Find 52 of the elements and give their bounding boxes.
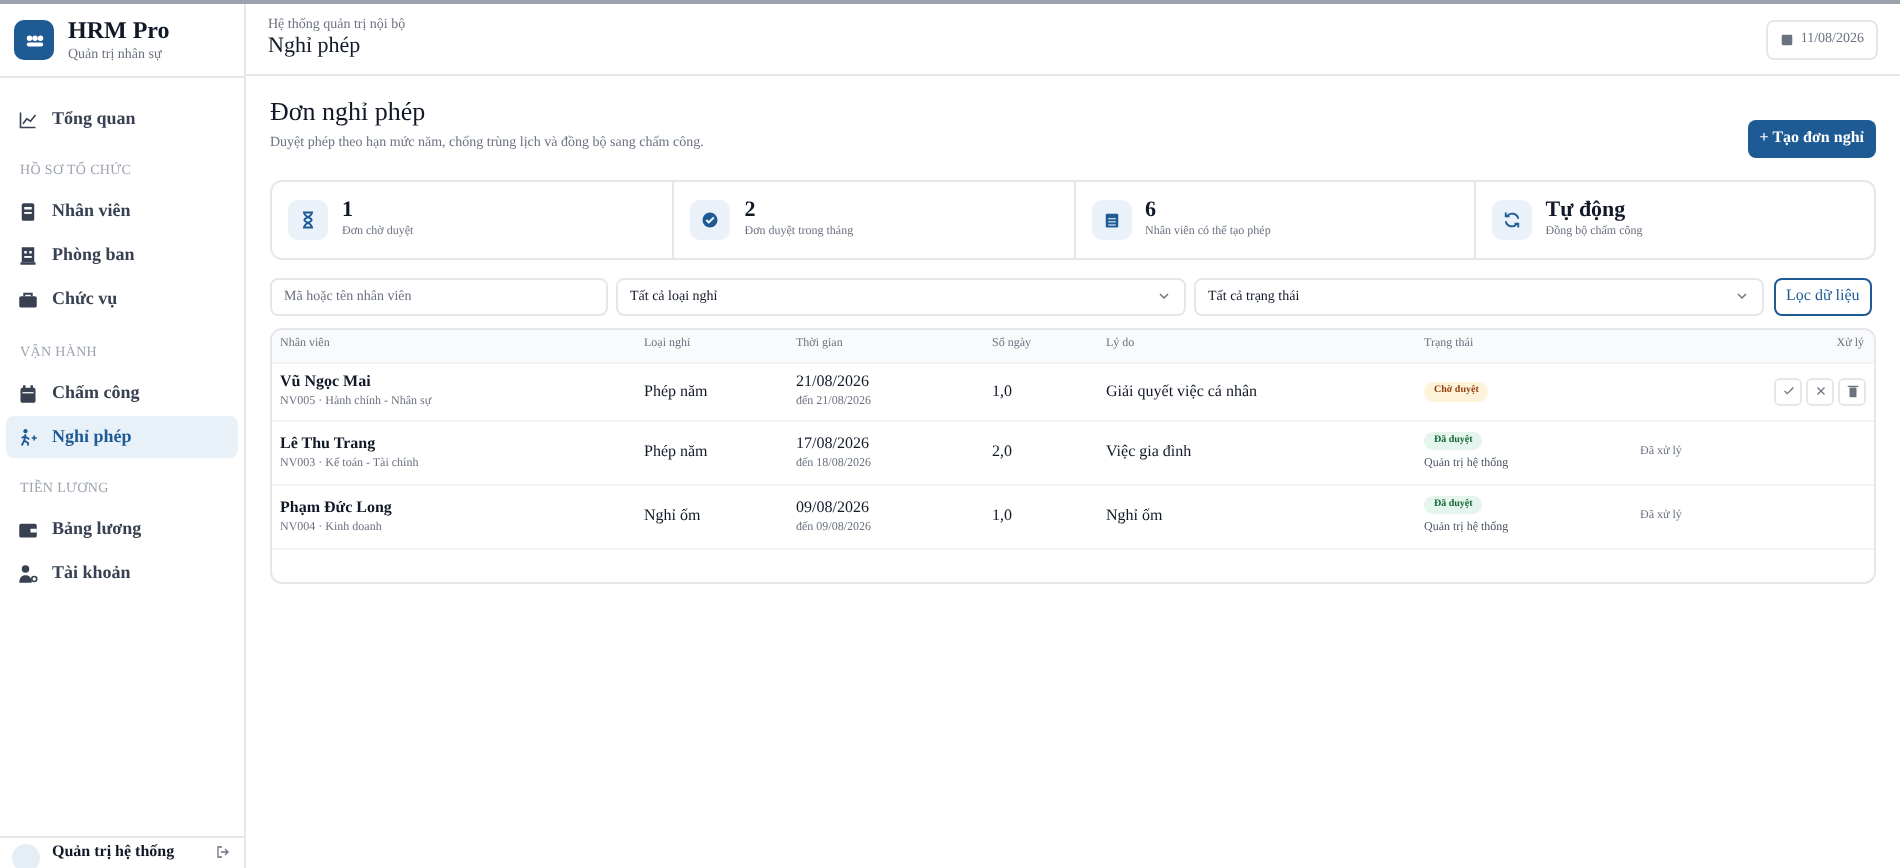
sidebar-item[interactable]: Tài khoản	[6, 553, 238, 595]
employee-name: Lê Thu Trang	[280, 433, 378, 453]
refresh-icon	[1501, 209, 1522, 230]
leave-type: Nghỉ ốm	[644, 504, 703, 529]
day-count: 1,0	[992, 379, 1014, 404]
briefcase-icon	[18, 290, 38, 310]
close-icon	[1813, 384, 1827, 399]
building-icon	[18, 246, 38, 266]
day-count: 2,0	[992, 440, 1014, 465]
user-name: Quản trị hệ thống	[52, 844, 177, 860]
start-date: 09/08/2026	[796, 497, 871, 517]
chevron-down-icon	[1156, 288, 1172, 305]
sidebar-item[interactable]: Tổng quan	[6, 98, 238, 140]
wallet-icon	[18, 520, 38, 540]
chart-icon	[18, 109, 38, 129]
user-gear-icon	[18, 564, 38, 584]
reason: Việc gia đình	[1106, 440, 1194, 465]
sidebar-item[interactable]: Nghỉ phép	[6, 416, 238, 458]
check-icon	[1781, 384, 1795, 399]
sidebar-item[interactable]: Nhân viên	[6, 191, 238, 233]
filter-button[interactable]: Lọc dữ liệu	[1774, 277, 1872, 316]
leave-type: Phép năm	[644, 379, 710, 404]
trash-icon	[1845, 384, 1859, 399]
stat-value: 2	[744, 198, 758, 226]
leave-type: Phép năm	[644, 440, 710, 465]
reason: Giải quyết việc cá nhân	[1106, 379, 1260, 404]
chevron-down-icon	[1734, 288, 1750, 305]
check-circle-icon	[700, 209, 721, 230]
id-card-icon	[18, 202, 38, 222]
page-header-title: Nghỉ phép	[268, 34, 363, 62]
start-date: 17/08/2026	[796, 433, 871, 453]
stat-value: Tự động	[1545, 198, 1628, 225]
page-title: Đơn nghỉ phép	[270, 96, 428, 129]
logout-icon	[216, 844, 232, 860]
avatar	[12, 844, 40, 868]
day-count: 1,0	[992, 504, 1014, 529]
reason: Nghỉ ốm	[1106, 504, 1165, 529]
sidebar-item[interactable]: Chức vụ	[6, 279, 238, 321]
walking-person-icon	[18, 427, 38, 447]
brand-name: HRM Pro	[68, 16, 170, 47]
sidebar-item[interactable]: Chấm công	[6, 372, 238, 414]
sidebar-item[interactable]: Phòng ban	[6, 235, 238, 277]
create-leave-button[interactable]: + Tạo đơn nghỉ	[1747, 119, 1876, 158]
stat-value: 1	[342, 198, 355, 226]
stat-value: 6	[1145, 198, 1158, 225]
employee-name: Vũ Ngọc Mai	[280, 372, 373, 392]
employee-name: Phạm Đức Long	[280, 497, 394, 517]
delete-button[interactable]	[1838, 377, 1866, 406]
sidebar-item[interactable]: Bảng lương	[6, 509, 238, 551]
approve-button[interactable]	[1774, 377, 1802, 406]
hourglass-icon	[298, 209, 318, 230]
start-date: 21/08/2026	[796, 372, 871, 392]
